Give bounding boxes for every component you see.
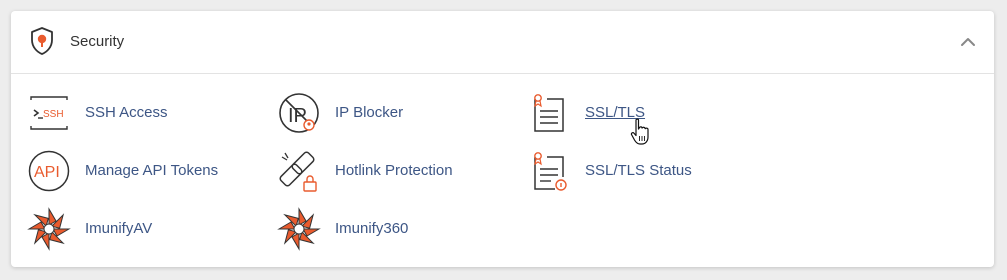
section-title: Security: [70, 33, 125, 50]
imunify360-link[interactable]: Imunify360: [277, 207, 447, 251]
imunify-icon: [28, 207, 70, 250]
ip-blocker-label: IP Blocker: [335, 104, 404, 121]
broken-link-icon: [279, 151, 317, 192]
imunifyav-label: ImunifyAV: [85, 220, 153, 237]
svg-text:SSH: SSH: [43, 109, 64, 120]
ip-blocker-link[interactable]: IP IP Blocker: [277, 91, 447, 135]
manage-api-tokens-label: Manage API Tokens: [85, 162, 219, 179]
imunify360-icon: [278, 207, 320, 250]
ssh-access-label: SSH Access: [85, 104, 168, 121]
api-icon: API: [28, 150, 70, 192]
security-panel: Security SSH SSH Access IP IP Blocker SS…: [11, 11, 994, 267]
hand-pointer-icon: [630, 118, 649, 145]
ip-blocker-icon: IP: [279, 93, 319, 133]
ssl-tls-link[interactable]: SSL/TLS: [527, 91, 677, 135]
svg-text:API: API: [34, 164, 60, 181]
ssh-access-link[interactable]: SSH SSH Access: [27, 91, 207, 135]
hotlink-protection-label: Hotlink Protection: [335, 162, 453, 179]
ssl-tls-status-link[interactable]: SSL/TLS Status: [527, 149, 707, 193]
ssh-terminal-icon: SSH: [30, 96, 68, 130]
certificate-status-icon: [534, 152, 567, 191]
chevron-up-icon[interactable]: [958, 33, 978, 51]
imunify360-label: Imunify360: [335, 220, 409, 237]
manage-api-tokens-link[interactable]: API Manage API Tokens: [27, 149, 237, 193]
hotlink-protection-link[interactable]: Hotlink Protection: [277, 149, 477, 193]
certificate-icon: [534, 94, 564, 132]
imunifyav-link[interactable]: ImunifyAV: [27, 207, 197, 251]
shield-icon: [31, 27, 53, 55]
ssl-tls-status-label: SSL/TLS Status: [585, 162, 692, 179]
panel-header[interactable]: Security: [11, 11, 994, 74]
